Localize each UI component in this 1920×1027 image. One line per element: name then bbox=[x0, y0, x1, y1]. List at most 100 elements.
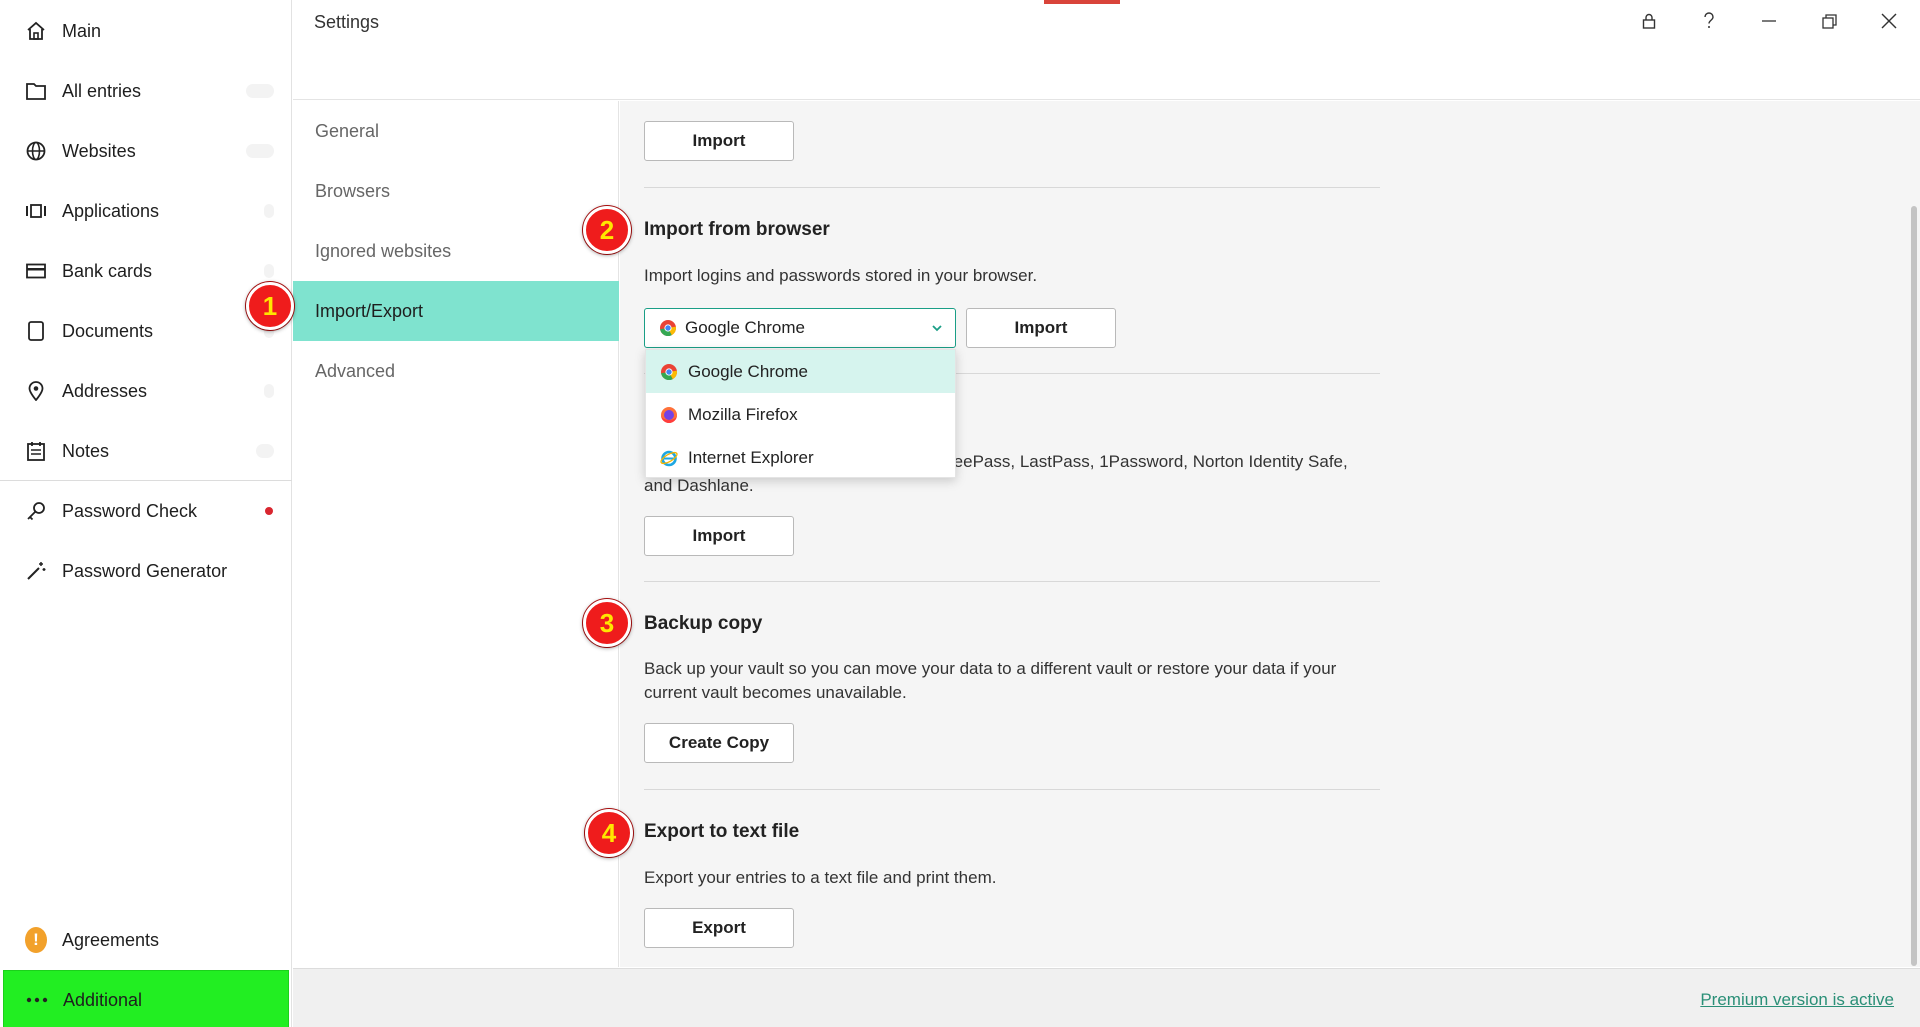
close-icon bbox=[1881, 13, 1897, 29]
location-pin-icon bbox=[25, 380, 47, 402]
settings-content: Import Import from browser Import logins… bbox=[620, 101, 1920, 967]
sidebar-item-label: Additional bbox=[63, 989, 143, 1010]
step-badge-2: 2 bbox=[583, 206, 631, 254]
step-badge-1: 1 bbox=[246, 282, 294, 330]
close-button[interactable] bbox=[1867, 6, 1911, 36]
key-icon bbox=[25, 500, 47, 522]
sidebar-item-addresses[interactable]: Addresses bbox=[0, 361, 292, 421]
backup-copy-heading: Backup copy bbox=[644, 613, 763, 634]
settings-tab-ignored-websites[interactable]: Ignored websites bbox=[293, 221, 619, 281]
browser-option-chrome[interactable]: Google Chrome bbox=[646, 350, 955, 393]
settings-tab-browsers[interactable]: Browsers bbox=[293, 161, 619, 221]
sidebar-item-bank-cards[interactable]: Bank cards bbox=[0, 241, 292, 301]
active-indicator bbox=[1044, 0, 1120, 4]
section-divider bbox=[644, 789, 1380, 790]
warning-icon: ! bbox=[25, 927, 47, 953]
section-divider bbox=[644, 581, 1380, 582]
browser-select-value: Google Chrome bbox=[685, 318, 806, 337]
sidebar-item-label: Password Check bbox=[62, 500, 198, 521]
sidebar-item-password-generator[interactable]: Password Generator bbox=[0, 541, 292, 601]
step-badge-3: 3 bbox=[583, 599, 631, 647]
title-bar: Settings bbox=[293, 0, 1920, 100]
settings-tab-label: Browsers bbox=[315, 180, 391, 201]
settings-tab-label: Advanced bbox=[315, 360, 396, 381]
minimize-icon bbox=[1762, 20, 1776, 22]
sidebar-item-label: Documents bbox=[62, 320, 154, 341]
sidebar-item-websites[interactable]: Websites bbox=[0, 121, 292, 181]
backup-description-line: current vault becomes unavailable. bbox=[644, 683, 907, 702]
chrome-icon bbox=[659, 319, 677, 337]
browser-select[interactable]: Google Chrome bbox=[644, 308, 956, 348]
sidebar-item-label: Applications bbox=[62, 200, 160, 221]
document-icon bbox=[25, 320, 47, 342]
sidebar-item-all-entries[interactable]: All entries bbox=[0, 61, 292, 121]
internet-explorer-icon bbox=[660, 449, 678, 467]
import-other-button[interactable]: Import bbox=[644, 516, 794, 556]
sidebar-item-additional[interactable]: Additional bbox=[3, 970, 289, 1027]
sidebar-item-notes[interactable]: Notes bbox=[0, 421, 292, 481]
import-browser-button[interactable]: Import bbox=[966, 308, 1116, 348]
card-icon bbox=[25, 260, 47, 282]
sidebar-item-label: Addresses bbox=[62, 380, 148, 401]
sidebar-item-label: Password Generator bbox=[62, 560, 228, 581]
import-button[interactable]: Import bbox=[644, 121, 794, 161]
lock-icon bbox=[1642, 13, 1656, 29]
chevron-down-icon bbox=[932, 325, 942, 332]
settings-tab-advanced[interactable]: Advanced bbox=[293, 341, 619, 401]
main-sidebar: Main All entries Websites Applications B… bbox=[0, 0, 292, 1027]
alert-dot bbox=[265, 507, 273, 515]
entry-count-badge bbox=[264, 384, 274, 398]
magic-wand-icon bbox=[25, 560, 47, 582]
globe-icon bbox=[25, 140, 47, 162]
status-bar: Premium version is active bbox=[293, 968, 1920, 1027]
home-icon bbox=[25, 20, 47, 42]
firefox-icon bbox=[660, 406, 678, 424]
applications-icon bbox=[25, 200, 47, 222]
sidebar-item-agreements[interactable]: ! Agreements bbox=[0, 910, 292, 970]
help-button[interactable] bbox=[1687, 6, 1731, 36]
step-badge-4: 4 bbox=[585, 809, 633, 857]
browser-option-label: Mozilla Firefox bbox=[688, 404, 798, 424]
restore-icon bbox=[1821, 13, 1837, 29]
browser-option-firefox[interactable]: Mozilla Firefox bbox=[646, 393, 955, 436]
notes-icon bbox=[25, 440, 47, 462]
restore-button[interactable] bbox=[1807, 6, 1851, 36]
sidebar-item-label: Websites bbox=[62, 140, 136, 161]
backup-copy-description: Back up your vault so you can move your … bbox=[644, 657, 1336, 705]
settings-tab-import-export[interactable]: Import/Export bbox=[293, 281, 619, 341]
minimize-button[interactable] bbox=[1747, 6, 1791, 36]
sidebar-item-label: Notes bbox=[62, 440, 110, 461]
content-scrollbar[interactable] bbox=[1908, 101, 1920, 967]
browser-option-internet-explorer[interactable]: Internet Explorer bbox=[646, 436, 955, 479]
sidebar-item-password-check[interactable]: Password Check bbox=[0, 481, 292, 541]
scrollbar-thumb[interactable] bbox=[1911, 206, 1917, 966]
entry-count-badge bbox=[264, 204, 274, 218]
folder-icon bbox=[25, 80, 47, 102]
entry-count-badge bbox=[246, 84, 274, 98]
browser-option-label: Google Chrome bbox=[688, 361, 809, 381]
help-icon bbox=[1704, 12, 1714, 28]
export-description: Export your entries to a text file and p… bbox=[644, 868, 997, 887]
export-button[interactable]: Export bbox=[644, 908, 794, 948]
settings-tab-general[interactable]: General bbox=[293, 101, 619, 161]
entry-count-badge bbox=[256, 444, 274, 458]
sidebar-item-main[interactable]: Main bbox=[0, 1, 292, 61]
settings-tab-label: General bbox=[315, 120, 380, 141]
sidebar-item-label: Bank cards bbox=[62, 260, 153, 281]
sidebar-item-label: All entries bbox=[62, 80, 142, 101]
create-copy-button[interactable]: Create Copy bbox=[644, 723, 794, 763]
settings-tab-label: Import/Export bbox=[315, 300, 424, 321]
premium-status-link[interactable]: Premium version is active bbox=[1700, 990, 1894, 1010]
lock-button[interactable] bbox=[1627, 6, 1671, 36]
settings-nav: General Browsers Ignored websites Import… bbox=[293, 101, 619, 967]
backup-description-line: Back up your vault so you can move your … bbox=[644, 659, 1337, 678]
export-heading: Export to text file bbox=[644, 821, 800, 842]
entry-count-badge bbox=[264, 264, 274, 278]
section-divider bbox=[644, 187, 1380, 188]
sidebar-item-label: Agreements bbox=[62, 929, 160, 950]
sidebar-item-applications[interactable]: Applications bbox=[0, 181, 292, 241]
browser-dropdown-list: Google Chrome Mozilla Firefox Internet E… bbox=[645, 349, 956, 478]
settings-tab-label: Ignored websites bbox=[315, 240, 452, 261]
import-from-browser-description: Import logins and passwords stored in yo… bbox=[644, 266, 1038, 285]
window-title: Settings bbox=[314, 12, 380, 32]
